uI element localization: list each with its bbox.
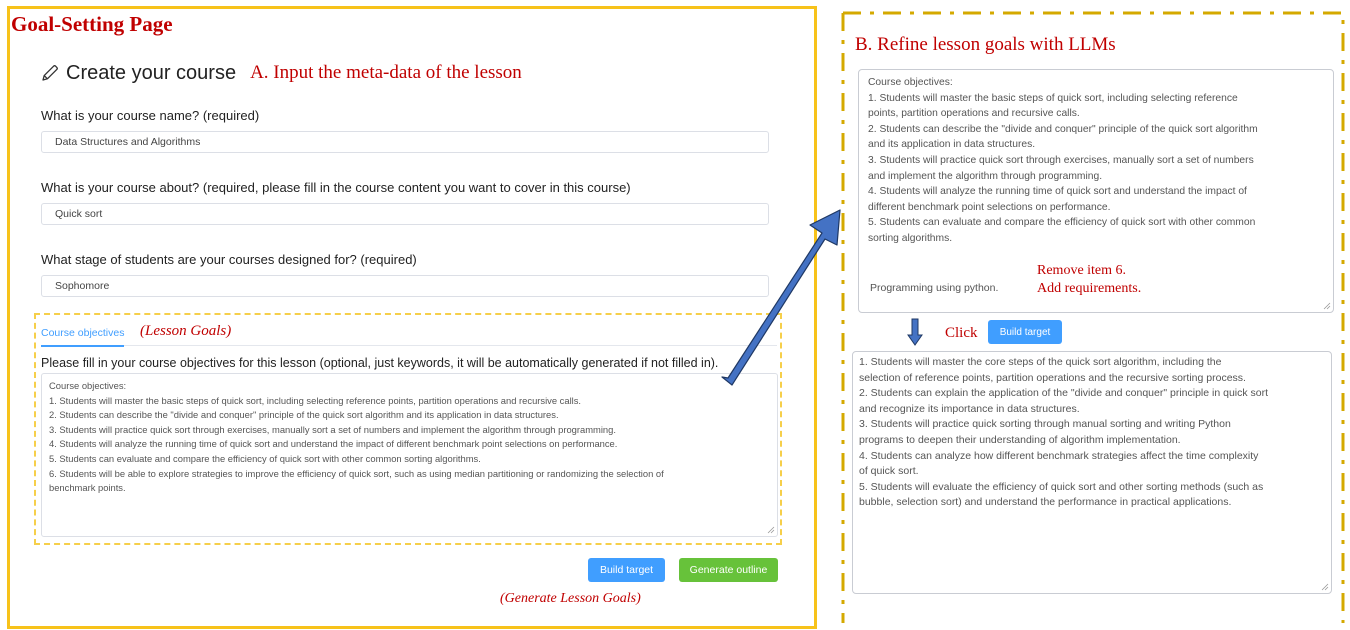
tab-course-objectives[interactable]: Course objectives [41, 327, 125, 347]
annotation-a: A. Input the meta-data of the lesson [250, 62, 522, 83]
refine-output-line: 4. Students can analyze how different be… [859, 449, 1259, 462]
annotation-refine-request: Remove item 6. Add requirements. [1037, 262, 1141, 298]
student-stage-label: What stage of students are your courses … [41, 252, 417, 267]
course-name-input[interactable]: Data Structures and Algorithms [41, 131, 769, 153]
build-target-button-refine[interactable]: Build target [988, 320, 1062, 344]
page-heading: Goal-Setting Page [11, 12, 173, 36]
course-about-input[interactable]: Quick sort [41, 203, 769, 225]
objectives-line: 6. Students will be able to explore stra… [49, 467, 664, 479]
refine-input-line: 4. Students will analyze the running tim… [868, 186, 1247, 198]
resize-handle-icon[interactable] [1323, 302, 1331, 310]
objectives-prompt: Please fill in your course objectives fo… [41, 356, 719, 370]
refine-input-line: different benchmark point selections on … [868, 201, 1111, 213]
refine-input-line: points, partition operations and recursi… [868, 108, 1080, 120]
refine-input-line: and implement the algorithm through prog… [868, 170, 1103, 182]
refine-output-line: 3. Students will practice quick sorting … [859, 418, 1231, 431]
refine-input-line: and its application in data structures. [868, 139, 1036, 151]
objectives-line: 4. Students will analyze the running tim… [49, 438, 618, 450]
objectives-tab-bar: Course objectives (Lesson Goals) [41, 323, 777, 347]
course-about-value: Quick sort [55, 208, 103, 220]
refine-input-line: sorting algorithms. [868, 232, 953, 244]
course-name-value: Data Structures and Algorithms [55, 136, 201, 148]
refine-output-line: selection of reference points, partition… [859, 371, 1246, 384]
refine-output-line: and recognize its importance in data str… [859, 402, 1080, 415]
refine-input-line: 5. Students can evaluate and compare the… [868, 217, 1256, 229]
refine-input-line: 2. Students can describe the "divide and… [868, 123, 1258, 135]
refine-output-line: programs to deepen their understanding o… [859, 433, 1181, 446]
annotation-add-requirements: Add requirements. [1037, 281, 1142, 296]
objectives-line: 5. Students can evaluate and compare the… [49, 452, 481, 464]
refine-output-line: bubble, selection sort) and understand t… [859, 496, 1232, 509]
refine-output-textarea[interactable]: 1. Students will master the core steps o… [852, 351, 1332, 594]
create-course-title: Create your course [66, 61, 237, 84]
objectives-textarea[interactable]: Course objectives: 1. Students will mast… [41, 373, 778, 537]
arrow-right-icon [721, 209, 841, 386]
course-name-label: What is your course name? (required) [41, 108, 260, 123]
click-label: Click [945, 325, 978, 341]
objectives-line: 2. Students can describe the "divide and… [49, 409, 559, 421]
student-stage-input[interactable]: Sophomore [41, 275, 769, 297]
generate-outline-button[interactable]: Generate outline [679, 558, 778, 582]
annotation-b: B. Refine lesson goals with LLMs [855, 34, 1116, 55]
annotation-generate-goals: (Generate Lesson Goals) [500, 591, 641, 606]
refine-input-line: 3. Students will practice quick sort thr… [868, 154, 1254, 166]
programming-note: Programming using python. [870, 282, 999, 294]
refine-output-line: 1. Students will master the core steps o… [859, 356, 1222, 368]
resize-handle-icon[interactable] [767, 526, 775, 534]
student-stage-value: Sophomore [55, 280, 110, 292]
objectives-line: benchmark points. [49, 482, 126, 494]
refine-output-line: of quick sort. [859, 465, 919, 478]
objectives-line: 1. Students will master the basic steps … [49, 394, 582, 406]
course-about-label: What is your course about? (required, pl… [41, 180, 631, 195]
refine-output-line: 2. Students can explain the application … [859, 387, 1269, 400]
resize-handle-icon[interactable] [1321, 583, 1329, 591]
refine-input-line: Course objectives: [868, 77, 953, 88]
create-course-header: Create your course A. Input the meta-dat… [40, 58, 522, 88]
build-target-button[interactable]: Build target [588, 558, 665, 582]
refine-output-line: 5. Students will evaluate the efficiency… [859, 480, 1264, 493]
pencil-icon [42, 65, 58, 81]
annotation-remove-item: Remove item 6. [1037, 263, 1127, 278]
annotation-lesson-goals: (Lesson Goals) [140, 323, 232, 339]
objectives-line: Course objectives: [49, 380, 127, 391]
refine-input-line: 1. Students will master the basic steps … [868, 92, 1238, 104]
objectives-line: 3. Students will practice quick sort thr… [49, 423, 616, 435]
arrow-down-icon [907, 318, 923, 346]
